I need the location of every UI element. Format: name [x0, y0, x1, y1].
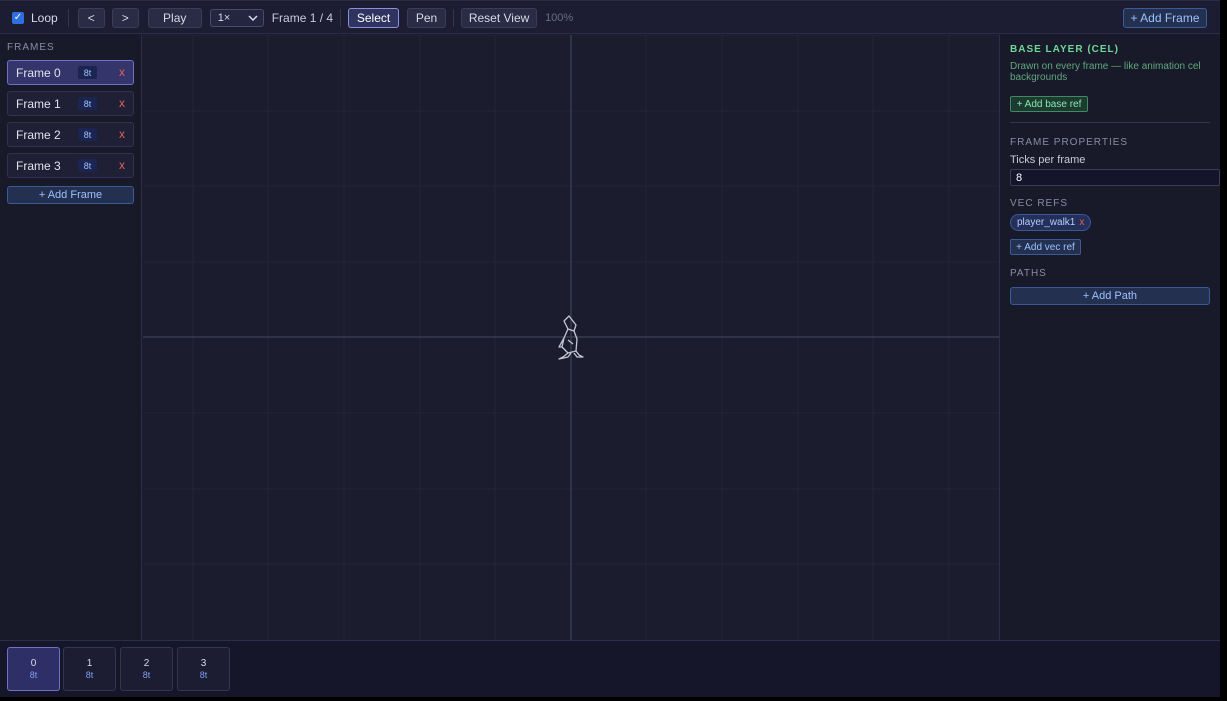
zoom-level: 100%	[545, 11, 574, 24]
drawing-canvas[interactable]	[143, 35, 999, 640]
timeline-cell[interactable]: 2 8t	[120, 647, 173, 691]
delete-frame-button[interactable]: x	[119, 65, 125, 79]
add-path-button[interactable]: + Add Path	[1010, 287, 1210, 305]
add-vec-ref-button[interactable]: + Add vec ref	[1010, 239, 1081, 255]
delete-frame-button[interactable]: x	[119, 96, 125, 110]
frames-title: FRAMES	[7, 42, 55, 53]
tick-badge: 8t	[78, 128, 97, 141]
play-button[interactable]: Play	[147, 7, 202, 28]
loop-label: Loop	[31, 10, 58, 25]
frame-counter: Frame 1 / 4	[271, 10, 334, 25]
timeline-tick-count: 8t	[199, 669, 208, 680]
frames-sidebar: FRAMES Frame 0 8t x Frame 1 8t x Frame 2…	[0, 35, 142, 640]
tick-badge: 8t	[78, 66, 97, 79]
delete-frame-button[interactable]: x	[119, 158, 125, 172]
add-base-ref-button[interactable]: + Add base ref	[1010, 96, 1088, 112]
delete-frame-button[interactable]: x	[119, 127, 125, 141]
timeline-frame-number: 0	[30, 657, 37, 669]
select-tool-button[interactable]: Select	[348, 7, 400, 28]
next-frame-button[interactable]: >	[111, 7, 139, 28]
frame-label: Frame 2	[16, 127, 61, 142]
frame-list-item[interactable]: Frame 3 8t x	[7, 153, 134, 178]
vector-animation-editor: ✓ Loop < > Play 1× Frame 1 / 4 Select Pe…	[0, 0, 1220, 697]
ticks-per-frame-input[interactable]: 8	[1010, 169, 1220, 186]
toolbar: ✓ Loop < > Play 1× Frame 1 / 4 Select Pe…	[0, 2, 1220, 34]
timeline-frame-number: 1	[86, 657, 93, 669]
canvas-grid	[143, 35, 999, 640]
tick-badge: 8t	[78, 97, 97, 110]
timeline-tick-count: 8t	[142, 669, 151, 680]
base-layer-title: BASE LAYER (CEL)	[1010, 44, 1119, 55]
timeline-tick-count: 8t	[29, 669, 38, 680]
toolbar-divider	[67, 8, 69, 27]
remove-vec-ref-button[interactable]: x	[1079, 217, 1084, 228]
timeline-cell[interactable]: 1 8t	[63, 647, 116, 691]
add-frame-button[interactable]: + Add Frame	[1123, 8, 1207, 28]
frame-label: Frame 3	[16, 158, 61, 173]
timeline-cell[interactable]: 3 8t	[177, 647, 230, 691]
timeline-frame-number: 2	[143, 657, 150, 669]
chevron-down-icon	[248, 14, 258, 21]
pen-tool-button[interactable]: Pen	[407, 7, 447, 28]
toolbar-divider	[453, 8, 455, 27]
panel-divider	[1010, 122, 1210, 123]
frame-label: Frame 1	[16, 96, 61, 111]
timeline-cell[interactable]: 0 8t	[7, 647, 60, 691]
speed-value: 1×	[217, 11, 231, 24]
frame-list-item[interactable]: Frame 0 8t x	[7, 60, 134, 85]
sidebar-add-frame-button[interactable]: + Add Frame	[7, 186, 134, 204]
vec-refs-title: VEC REFS	[1010, 198, 1069, 209]
tick-badge: 8t	[78, 159, 97, 172]
frame-label: Frame 0	[16, 65, 61, 80]
timeline-frame-number: 3	[200, 657, 207, 669]
loop-checkbox[interactable]: ✓	[12, 11, 24, 24]
timeline: 0 8t 1 8t 2 8t 3 8t	[0, 640, 1220, 697]
vec-ref-name: player_walk1	[1017, 217, 1076, 228]
paths-title: PATHS	[1010, 268, 1047, 279]
properties-panel: BASE LAYER (CEL) Drawn on every frame — …	[999, 35, 1220, 640]
ticks-per-frame-label: Ticks per frame	[1010, 154, 1086, 166]
timeline-tick-count: 8t	[85, 669, 94, 680]
toolbar-divider	[340, 8, 342, 27]
vec-ref-chip[interactable]: player_walk1 x	[1010, 214, 1091, 231]
frame-list-item[interactable]: Frame 2 8t x	[7, 122, 134, 147]
frame-properties-title: FRAME PROPERTIES	[1010, 137, 1129, 148]
loop-toggle[interactable]: ✓ Loop	[12, 11, 58, 25]
reset-view-button[interactable]: Reset View	[461, 7, 538, 28]
prev-frame-button[interactable]: <	[77, 7, 105, 28]
base-layer-description: Drawn on every frame — like animation ce…	[1010, 61, 1201, 83]
speed-select[interactable]: 1×	[209, 8, 264, 27]
frame-list-item[interactable]: Frame 1 8t x	[7, 91, 134, 116]
